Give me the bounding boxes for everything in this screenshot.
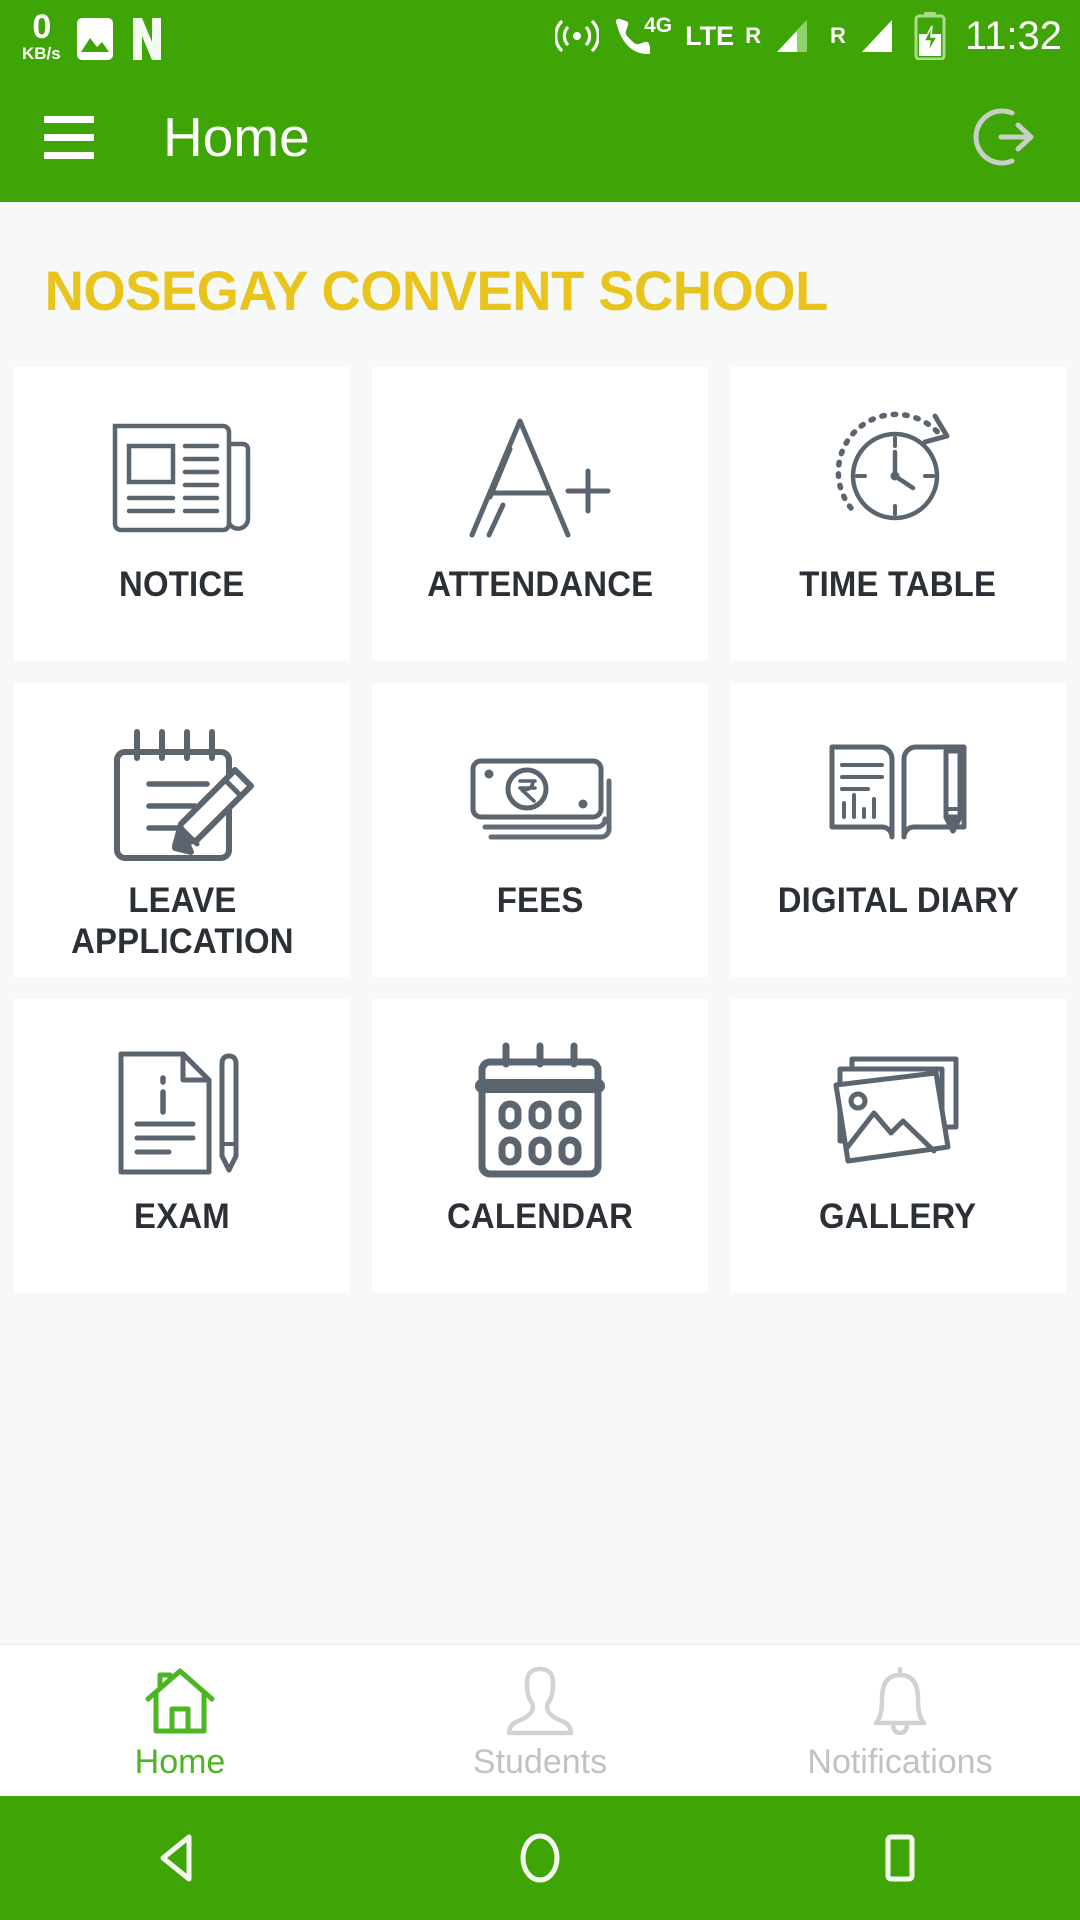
tile-label: GALLERY [819, 1197, 977, 1236]
recents-square-icon[interactable] [840, 1813, 960, 1903]
banknotes-rupee-icon [455, 711, 625, 876]
home-icon [142, 1659, 218, 1737]
signal-bars-sim1-icon [769, 16, 811, 56]
newspaper-icon [107, 395, 257, 560]
call-4g-icon: 4G [610, 14, 672, 58]
clock-icon [823, 395, 973, 560]
tile-label: CALENDAR [446, 1197, 634, 1236]
photos-stack-icon [818, 1027, 978, 1192]
sim1-roaming-label: R [745, 23, 761, 48]
main-content: NOSEGAY CONVENT SCHOOL NOTICE ATTENDANCE… [0, 202, 1080, 1644]
bottom-tab-label: Students [472, 1743, 608, 1781]
network-speed-indicator: 0 KB/s [22, 10, 61, 62]
signal-bars-sim2-icon [854, 16, 896, 56]
bottom-tab-label: Notifications [807, 1743, 993, 1781]
logout-icon[interactable] [968, 101, 1040, 173]
hamburger-menu-icon[interactable] [44, 115, 94, 159]
tile-calendar[interactable]: CALENDAR [372, 999, 708, 1293]
status-bar-left: 0 KB/s [22, 10, 165, 62]
a-plus-grade-icon [460, 395, 620, 560]
bottom-tab-home[interactable]: Home [0, 1659, 360, 1782]
bell-icon [862, 1659, 938, 1737]
hotspot-icon [555, 14, 600, 58]
network-type-4g-label: 4G [644, 14, 673, 37]
back-triangle-icon[interactable] [120, 1813, 240, 1903]
school-name: NOSEGAY CONVENT SCHOOL [44, 259, 829, 322]
sim2-roaming-label: R [829, 23, 846, 48]
calendar-icon [470, 1027, 610, 1192]
tile-notice[interactable]: NOTICE [14, 367, 350, 661]
home-circle-icon[interactable] [480, 1813, 600, 1903]
menu-grid: NOTICE ATTENDANCE TIME TABLE LEAVE APPLI… [0, 323, 1080, 1293]
app-bar: Home [0, 72, 1080, 202]
tile-label: LEAVE APPLICATION [70, 881, 294, 962]
netflix-n-icon [129, 16, 165, 62]
tile-leave-application[interactable]: LEAVE APPLICATION [14, 683, 350, 977]
bottom-tab-label: Home [134, 1743, 226, 1781]
status-bar-clock: 11:32 [964, 13, 1062, 58]
phone-screen: 0 KB/s 4G LTE R R 11:32 Home NOSEGAY CON… [0, 0, 1080, 1920]
page-title: Home [163, 106, 310, 168]
bottom-navigation: Home Students Notifications [0, 1644, 1080, 1796]
tile-label: DIGITAL DIARY [777, 881, 1019, 920]
gallery-icon [75, 16, 115, 62]
status-bar: 0 KB/s 4G LTE R R 11:32 [0, 0, 1080, 72]
tile-label: NOTICE [119, 565, 245, 604]
network-speed-value: 0 [32, 8, 51, 46]
tile-exam[interactable]: EXAM [14, 999, 350, 1293]
bottom-tab-students[interactable]: Students [360, 1659, 720, 1782]
battery-charging-icon [913, 12, 947, 60]
network-speed-unit: KB/s [22, 44, 61, 63]
exam-paper-pen-icon [107, 1027, 257, 1192]
network-type-lte-label: LTE [685, 20, 735, 51]
tile-gallery[interactable]: GALLERY [730, 999, 1066, 1293]
status-bar-right: 4G LTE R R 11:32 [555, 12, 1062, 60]
open-book-pencil-icon [818, 711, 978, 876]
person-icon [502, 1659, 578, 1737]
notepad-pencil-icon [107, 711, 257, 876]
tile-label: TIME TABLE [799, 565, 997, 604]
tile-label: FEES [496, 881, 584, 920]
tile-attendance[interactable]: ATTENDANCE [372, 367, 708, 661]
tile-label: ATTENDANCE [426, 565, 654, 604]
bottom-tab-notifications[interactable]: Notifications [720, 1659, 1080, 1782]
tile-fees[interactable]: FEES [372, 683, 708, 977]
tile-label: EXAM [134, 1197, 230, 1236]
tile-digital-diary[interactable]: DIGITAL DIARY [730, 683, 1066, 977]
tile-time-table[interactable]: TIME TABLE [730, 367, 1066, 661]
android-navigation-bar [0, 1796, 1080, 1920]
